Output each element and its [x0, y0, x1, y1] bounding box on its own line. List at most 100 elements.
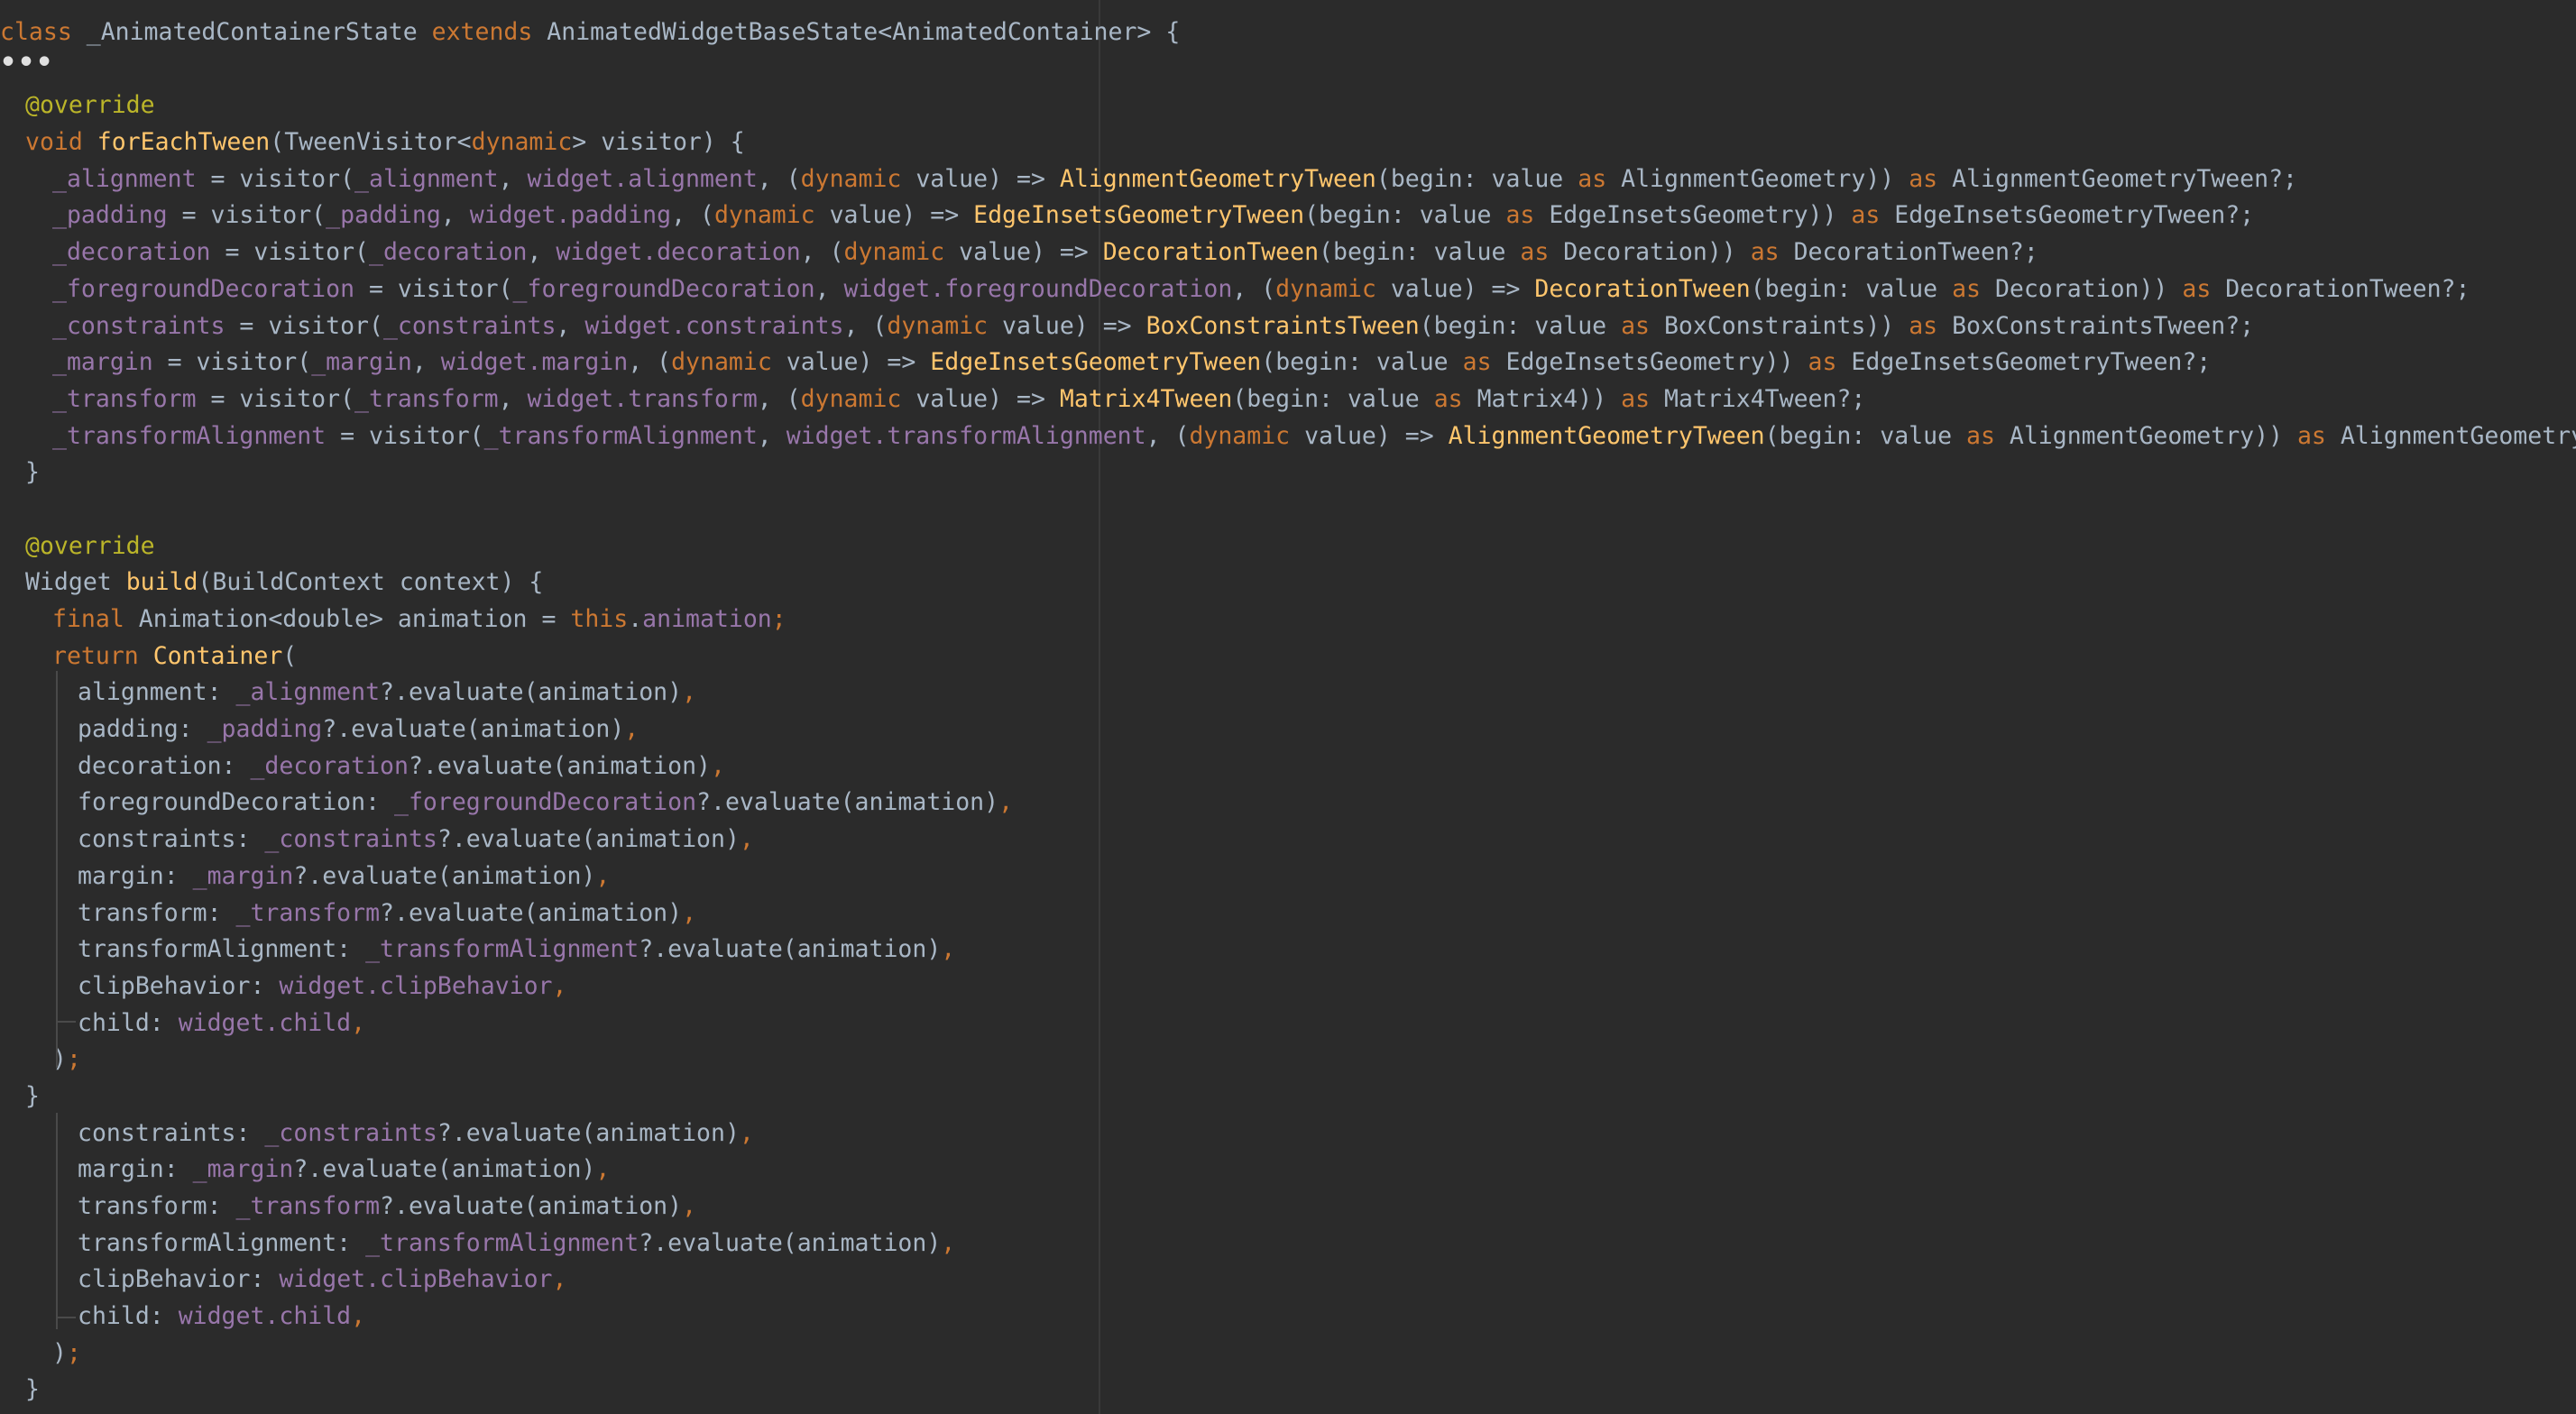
code-token: ?.evaluate(animation) — [639, 935, 942, 964]
code-token: margin: — [78, 861, 193, 890]
code-line[interactable]: _transformAlignment = visitor(_transform… — [0, 418, 2576, 455]
code-line[interactable]: _alignment = visitor(_alignment, widget.… — [0, 161, 2576, 198]
code-token: , — [498, 164, 528, 193]
code-token: (begin: value — [1750, 274, 1953, 303]
code-token: , — [998, 788, 1014, 817]
code-token: _transformAlignment — [365, 935, 639, 964]
code-token: as — [1520, 238, 1564, 267]
code-line[interactable]: clipBehavior: widget.clipBehavior, — [0, 969, 2576, 1005]
code-line[interactable]: class _AnimatedContainerState extends An… — [0, 14, 2576, 51]
code-line[interactable]: _padding = visitor(_padding, widget.padd… — [0, 197, 2576, 234]
code-line[interactable]: foregroundDecoration: _foregroundDecorat… — [0, 785, 2576, 822]
code-token: ?.evaluate(animation) — [293, 861, 596, 890]
code-token: , ( — [843, 311, 888, 340]
code-token: value) => — [1390, 274, 1535, 303]
code-token: transformAlignment: — [78, 1228, 366, 1257]
code-token: constraints: — [78, 825, 265, 854]
code-token: dynamic — [671, 348, 787, 377]
code-line[interactable]: @override — [0, 87, 2576, 124]
code-token: = visitor( — [196, 164, 355, 193]
code-token: child: — [78, 1302, 179, 1331]
code-token: _transform — [235, 1192, 381, 1220]
code-token: ?.evaluate(animation) — [380, 678, 683, 707]
code-token: as — [1750, 238, 1794, 267]
code-line[interactable]: _transform = visitor(_transform, widget.… — [0, 381, 2576, 418]
code-token: _transform — [52, 384, 197, 413]
code-line[interactable]: } — [0, 1079, 2576, 1116]
code-token: as — [1621, 311, 1664, 340]
code-token: dynamic — [1275, 274, 1391, 303]
code-line[interactable]: _foregroundDecoration = visitor(_foregro… — [0, 271, 2576, 308]
code-token: _transformAlignment — [52, 421, 327, 450]
code-token: . — [628, 605, 643, 633]
code-line[interactable] — [0, 491, 2576, 528]
code-token: as — [1505, 201, 1550, 230]
code-line[interactable]: _margin = visitor(_margin, widget.margin… — [0, 344, 2576, 381]
indent-guide-tick — [56, 1021, 76, 1023]
code-line[interactable]: _decoration = visitor(_decoration, widge… — [0, 234, 2576, 271]
code-token: AlignmentGeometry)) — [2009, 421, 2297, 450]
code-token: _decoration — [52, 238, 211, 267]
code-token: EdgeInsetsGeometryTween?; — [1851, 348, 2212, 377]
code-token: Matrix4)) — [1477, 384, 1622, 413]
code-token: alignment: — [78, 678, 236, 707]
code-token: , — [411, 348, 441, 377]
code-token: _alignment — [235, 678, 381, 707]
code-line[interactable]: ); — [0, 1336, 2576, 1373]
code-line[interactable]: margin: _margin?.evaluate(animation), — [0, 1152, 2576, 1189]
code-token: , — [351, 1302, 366, 1331]
code-token: as — [1909, 164, 1953, 193]
code-line[interactable]: transformAlignment: _transformAlignment?… — [0, 932, 2576, 969]
code-token: foregroundDecoration: — [78, 788, 394, 817]
indent-guide-tick — [56, 1317, 76, 1318]
code-line[interactable]: _constraints = visitor(_constraints, wid… — [0, 308, 2576, 345]
code-line[interactable]: return Container( — [0, 638, 2576, 675]
fold-marker[interactable]: ••• — [0, 49, 54, 76]
code-token: transformAlignment: — [78, 935, 366, 964]
code-line[interactable]: final Animation<double> animation = this… — [0, 601, 2576, 638]
code-token: forEachTween — [97, 128, 271, 157]
code-token: _transformAlignment — [483, 421, 758, 450]
code-line[interactable]: transform: _transform?.evaluate(animatio… — [0, 895, 2576, 932]
code-token: dynamic — [1189, 421, 1305, 450]
code-line[interactable]: child: widget.child, — [0, 1299, 2576, 1336]
code-token: _transformAlignment — [365, 1228, 639, 1257]
code-line[interactable]: transformAlignment: _transformAlignment?… — [0, 1226, 2576, 1262]
code-token: as — [2182, 274, 2226, 303]
code-line[interactable]: void forEachTween(TweenVisitor<dynamic> … — [0, 124, 2576, 161]
code-token: (begin: value — [1764, 421, 1966, 450]
code-line[interactable]: ); — [0, 1042, 2576, 1079]
code-line[interactable]: } — [0, 1372, 2576, 1409]
code-line[interactable]: ••• — [0, 49, 2576, 88]
code-line[interactable]: constraints: _constraints?.evaluate(anim… — [0, 822, 2576, 858]
code-token: ?.evaluate(animation) — [408, 751, 711, 780]
code-token: , — [711, 751, 725, 780]
code-token: (begin: value — [1304, 201, 1506, 230]
code-token: _margin — [192, 861, 294, 890]
code-token: value) => — [915, 384, 1060, 413]
code-line[interactable]: child: widget.child, — [0, 1005, 2576, 1042]
code-token: ?.evaluate(animation) — [293, 1155, 596, 1184]
code-line[interactable]: transform: _transform?.evaluate(animatio… — [0, 1189, 2576, 1226]
code-line[interactable]: alignment: _alignment?.evaluate(animatio… — [0, 675, 2576, 712]
code-line[interactable]: decoration: _decoration?.evaluate(animat… — [0, 748, 2576, 785]
code-line[interactable]: clipBehavior: widget.clipBehavior, — [0, 1262, 2576, 1299]
code-token: as — [2296, 421, 2341, 450]
code-area[interactable]: class _AnimatedContainerState extends An… — [0, 14, 2576, 1409]
code-token: Container — [152, 641, 283, 670]
code-token: _transform — [235, 898, 381, 927]
indent-guide — [56, 1113, 58, 1329]
code-token: , — [527, 238, 557, 267]
code-line[interactable]: constraints: _constraints?.evaluate(anim… — [0, 1116, 2576, 1152]
code-token: clipBehavior: — [78, 1265, 280, 1294]
code-line[interactable]: Widget build(BuildContext context) { — [0, 565, 2576, 601]
code-editor[interactable]: class _AnimatedContainerState extends An… — [0, 0, 2576, 1414]
code-token: , — [814, 274, 844, 303]
code-line[interactable]: margin: _margin?.evaluate(animation), — [0, 858, 2576, 895]
code-line[interactable]: } — [0, 454, 2576, 491]
code-token: , — [440, 201, 470, 230]
code-token: dynamic — [843, 238, 960, 267]
code-line[interactable]: padding: _padding?.evaluate(animation), — [0, 712, 2576, 748]
code-token: (begin: value — [1261, 348, 1463, 377]
code-line[interactable]: @override — [0, 528, 2576, 565]
